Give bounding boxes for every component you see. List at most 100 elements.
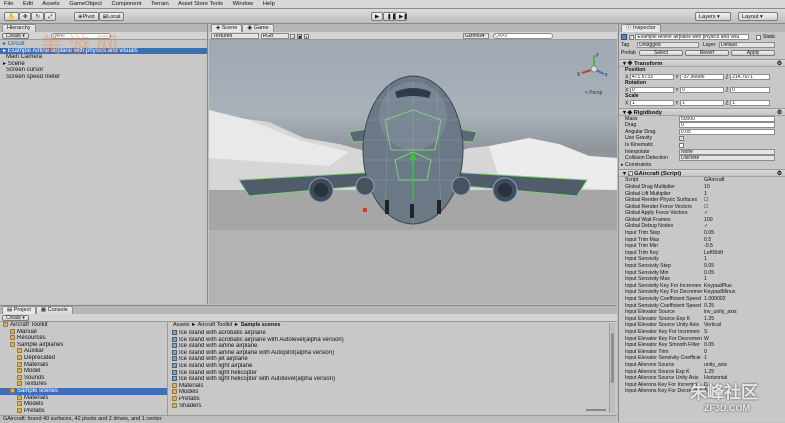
project-tree-item[interactable]: Materials [0, 394, 167, 402]
tab-scene[interactable]: ◈ Scene [211, 24, 243, 32]
script-prop-value[interactable]: 100 [704, 217, 713, 224]
script-prop-value[interactable]: LeftShift [704, 250, 723, 257]
project-tree-item[interactable]: Textures [0, 381, 167, 388]
script-prop-value[interactable]: 0.05 [704, 230, 714, 237]
angular-drag-field[interactable]: 0.05 [679, 128, 775, 135]
script-enabled-checkbox[interactable]: ✓ [627, 171, 633, 177]
hierarchy-item[interactable]: ▸ Scene [0, 61, 207, 68]
tab-console[interactable]: ▦ Console [35, 306, 73, 314]
hierarchy-item[interactable]: Screen speed meter [0, 74, 207, 81]
collision-detection-dropdown[interactable]: Discrete [679, 155, 775, 162]
script-prop-value[interactable]: ☐ [704, 197, 709, 204]
menu-assets[interactable]: Assets [42, 1, 59, 7]
script-prop-value[interactable]: KeypadPlus [704, 283, 732, 290]
project-scene-file[interactable]: Ice island with airline airplane with Au… [172, 349, 608, 357]
project-scene-file[interactable]: Ice island with light helicopter [172, 369, 608, 377]
menu-component[interactable]: Component [111, 1, 141, 7]
rotation-y-field[interactable]: 0 [680, 86, 725, 93]
script-prop-value[interactable]: 0.5 [704, 237, 711, 244]
project-scene-file[interactable]: Ice island with acrobatic airplane [172, 330, 608, 337]
project-tree-item[interactable]: Manual [0, 328, 167, 336]
transform-header[interactable]: ▾ ✥ Transform ⚙ [619, 59, 785, 67]
breadcrumb-aircraft-toolkit[interactable]: Aircraft Toolkit [198, 322, 232, 328]
position-y-field[interactable]: -37.90686 [680, 73, 725, 80]
project-tree-item[interactable]: Sample scenes [0, 387, 167, 395]
menu-help[interactable]: Help [263, 1, 275, 7]
fx-toggle[interactable]: ▣ [297, 33, 303, 39]
pause-button[interactable]: ❚❚ [383, 12, 396, 21]
project-tree-item[interactable]: Aircraft Toolkit [0, 322, 167, 329]
hierarchy-item[interactable]: Screen cursor [0, 67, 207, 74]
icon-size-slider[interactable] [586, 409, 606, 411]
menu-window[interactable]: Window [233, 1, 254, 7]
project-tree-item[interactable]: Model [0, 368, 167, 375]
project-tree-item[interactable]: Prefabs [0, 407, 167, 415]
project-tree-item[interactable]: Deprecated [0, 354, 167, 362]
scene-search-input[interactable]: Q▾All [493, 33, 553, 39]
project-tree-item[interactable]: Resources [0, 335, 167, 342]
script-prop-value[interactable]: GAircraft [704, 177, 724, 184]
audio-toggle[interactable]: ◂ [303, 33, 309, 39]
shading-mode-dropdown[interactable]: Textured [211, 33, 259, 39]
script-prop-value[interactable]: KeypadMinus [704, 289, 735, 296]
constraints-foldout[interactable]: ▸ Constraints [619, 162, 785, 169]
project-folder[interactable]: Shaders [172, 402, 608, 410]
tab-project[interactable]: ▤ Project [2, 306, 36, 314]
project-scene-file[interactable]: Ice island with light airplane [172, 362, 608, 370]
project-scene-file[interactable]: Ice island with airline airplane [172, 343, 608, 350]
position-z-field[interactable]: 214.7071 [730, 73, 771, 80]
script-prop-value[interactable]: ✓ [704, 223, 708, 230]
prefab-apply-button[interactable]: Apply [731, 50, 775, 56]
render-mode-dropdown[interactable]: RGB [260, 33, 289, 39]
layout-dropdown[interactable]: Layout ▾ [738, 12, 778, 21]
lighting-toggle[interactable]: ☼ [290, 33, 296, 39]
project-tree-item[interactable]: Materials [0, 361, 167, 369]
scale-y-field[interactable]: 1 [680, 99, 725, 106]
rotation-x-field[interactable]: 0 [629, 86, 674, 93]
script-prop-value[interactable]: 0.05 [704, 270, 714, 277]
script-prop-value[interactable]: 0.05 [704, 263, 714, 270]
rotation-z-field[interactable]: 0 [730, 86, 771, 93]
script-prop-value[interactable]: 1 [704, 191, 707, 198]
menu-asset-store-tools[interactable]: Asset Store Tools [178, 1, 223, 7]
menu-gameobject[interactable]: GameObject [69, 1, 102, 7]
script-prop-value[interactable]: 1.25 [704, 369, 714, 376]
play-button[interactable]: ▶ [371, 12, 383, 21]
script-prop-value[interactable]: 1 [704, 276, 707, 283]
interpolate-dropdown[interactable]: None [679, 148, 775, 155]
script-prop-value[interactable]: S [704, 329, 707, 336]
prefab-select-button[interactable]: Select [639, 50, 683, 56]
project-folder[interactable]: Models [172, 389, 608, 396]
scale-z-field[interactable]: 1 [730, 99, 771, 106]
hand-tool-button[interactable]: ✋ [4, 12, 19, 21]
script-header[interactable]: ▾ ✓ GAircraft (Script) ⚙ [619, 169, 785, 178]
script-prop-value[interactable]: 0.05 [704, 342, 714, 349]
gizmos-dropdown[interactable]: Gizmos▾ [463, 33, 489, 39]
layers-dropdown[interactable]: Layers ▾ [695, 12, 731, 21]
script-prop-value[interactable]: ☐ [704, 204, 709, 211]
project-tree-item[interactable]: Sounds [0, 374, 167, 382]
rigidbody-header[interactable]: ▾ ◆ Rigidbody ⚙ [619, 107, 785, 116]
script-prop-value[interactable]: 1.000002 [704, 296, 726, 303]
step-button[interactable]: ▶❚ [395, 12, 408, 21]
breadcrumb-current[interactable]: Sample scenes [241, 322, 281, 328]
is-kinematic-checkbox[interactable] [679, 142, 684, 148]
breadcrumb-assets[interactable]: Assets [173, 322, 190, 328]
script-prop-value[interactable]: 1 [704, 256, 707, 263]
scene-viewport[interactable]: y X z < Persp [209, 40, 617, 304]
menu-edit[interactable]: Edit [23, 1, 33, 7]
script-prop-value[interactable]: Vertical [704, 322, 721, 329]
script-prop-value[interactable]: -0.5 [704, 243, 713, 250]
layer-dropdown[interactable]: Default [719, 42, 775, 48]
position-x-field[interactable]: 471.5733 [629, 73, 674, 80]
project-scene-file[interactable]: Ice island with light helicopter with Au… [172, 376, 608, 383]
script-prop-value[interactable]: ✓ [704, 210, 708, 217]
static-checkbox[interactable] [756, 35, 761, 40]
tag-dropdown[interactable]: Untagged [637, 42, 699, 48]
orientation-gizmo[interactable]: y X z [577, 52, 611, 86]
project-tree-item[interactable]: Sample airplanes [0, 341, 167, 349]
script-prop-value[interactable]: 0 [704, 349, 707, 356]
drag-field[interactable]: 0 [679, 122, 775, 129]
tab-game[interactable]: ◉ Game [242, 24, 274, 32]
rotate-tool-button[interactable]: ↻ [31, 12, 45, 21]
